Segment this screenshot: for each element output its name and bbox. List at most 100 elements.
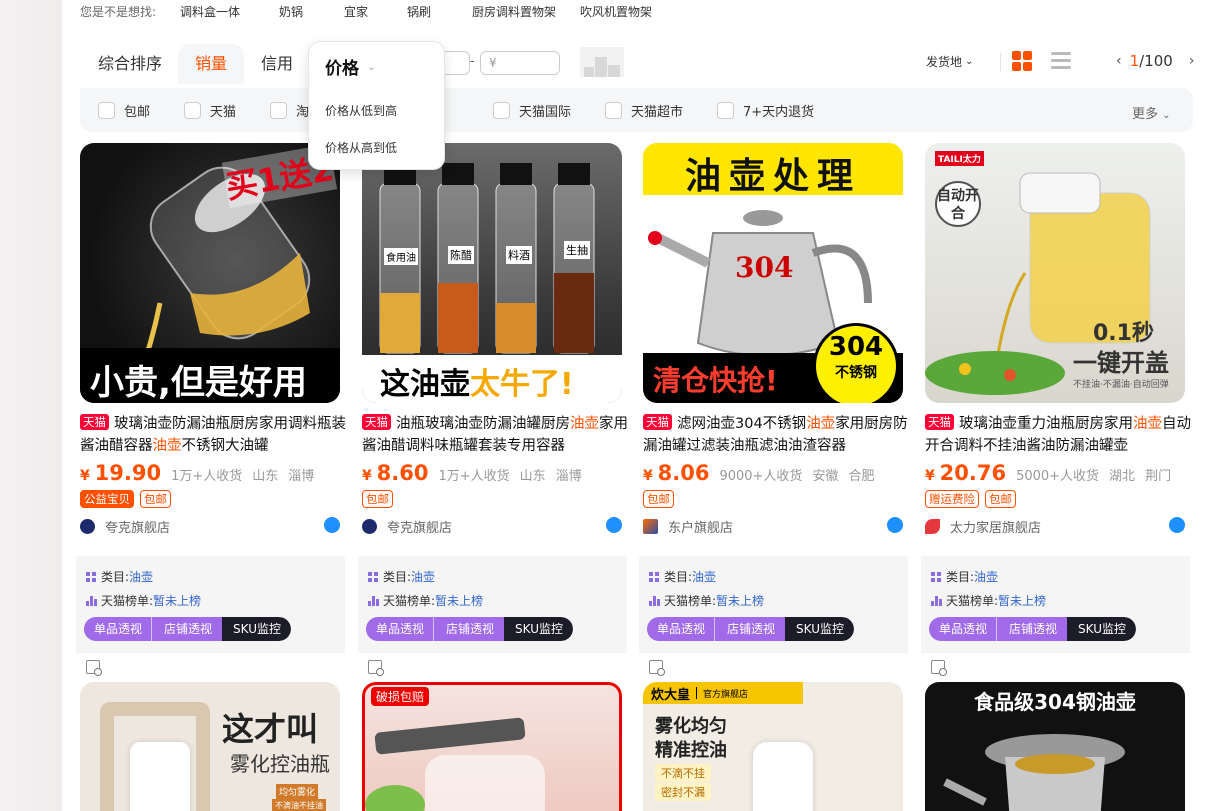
category-link[interactable]: 油壶: [692, 568, 716, 585]
filter-7day-return[interactable]: 7+天内退货: [717, 101, 814, 120]
category-link[interactable]: 油壶: [129, 568, 153, 585]
product-image[interactable]: 食用油 陈醋 料酒 生抽 这油壶太牛了!: [362, 143, 622, 403]
image-search-icon[interactable]: [931, 660, 947, 676]
price-low-to-high-option[interactable]: 价格从低到高: [325, 102, 397, 119]
checkbox[interactable]: [98, 102, 115, 119]
grid-view-icon[interactable]: [1012, 51, 1032, 71]
sku-monitor-button[interactable]: SKU监控: [222, 617, 291, 641]
more-filters-button[interactable]: 更多 ⌄: [1132, 103, 1171, 122]
product-image[interactable]: 破损包赔: [362, 682, 622, 811]
shop-row[interactable]: 夸克旗舰店: [80, 517, 340, 536]
ship-from-filter[interactable]: 发货地 ⌄: [926, 53, 973, 70]
damage-guarantee-tag: 破损包赔: [371, 687, 430, 706]
sold-count: 1万+人收货: [171, 469, 243, 484]
rank-label: 天猫榜单:: [664, 594, 717, 608]
sku-monitor-button[interactable]: SKU监控: [1067, 617, 1136, 641]
item-analysis-button[interactable]: 单品透视: [84, 617, 152, 641]
shop-analysis-button[interactable]: 店铺透视: [433, 617, 505, 641]
item-analysis-button[interactable]: 单品透视: [647, 617, 715, 641]
rank-link[interactable]: 暂未上榜: [998, 592, 1046, 609]
checkbox[interactable]: [493, 102, 510, 119]
rank-link[interactable]: 暂未上榜: [716, 592, 764, 609]
product-image[interactable]: 这才叫 雾化控油瓶 均匀雾化 不滴油不挂油: [80, 682, 340, 811]
price: ¥ 19.90: [80, 461, 162, 485]
sku-monitor-button[interactable]: SKU监控: [785, 617, 854, 641]
free-shipping-badge: 包邮: [985, 490, 1016, 508]
analysis-panel: 类目: 油壶 天猫榜单: 暂未上榜 单品透视 店铺透视 SKU监控: [76, 556, 345, 653]
filter-row: 包邮 天猫 淘 购 天猫国际 天猫超市 7+天内退货 更多 ⌄: [80, 88, 1193, 132]
prev-page-icon[interactable]: ‹: [1116, 53, 1122, 69]
shop-analysis-button[interactable]: 店铺透视: [996, 617, 1068, 641]
rank-label: 天猫榜单:: [383, 594, 436, 608]
shop-name[interactable]: 太力家居旗舰店: [950, 517, 1041, 536]
shop-row[interactable]: 夸克旗舰店: [362, 517, 622, 536]
tab-credit[interactable]: 信用: [242, 44, 312, 84]
next-page-icon[interactable]: ›: [1189, 53, 1195, 69]
product-image[interactable]: 食品级304钢油壶: [925, 682, 1185, 811]
suggestion-item[interactable]: 宜家: [344, 3, 368, 20]
price-distribution-chart[interactable]: [580, 47, 624, 77]
shop-name[interactable]: 东户旗舰店: [668, 517, 733, 536]
price-high-to-low-option[interactable]: 价格从高到低: [325, 139, 397, 156]
shop-analysis-button[interactable]: 店铺透视: [151, 617, 223, 641]
filter-tmall[interactable]: 天猫: [184, 101, 236, 120]
category-link[interactable]: 油壶: [974, 568, 998, 585]
sku-monitor-button[interactable]: SKU监控: [504, 617, 573, 641]
chat-icon[interactable]: [324, 517, 340, 533]
image-search-icon[interactable]: [368, 660, 384, 676]
chat-icon[interactable]: [1169, 517, 1185, 533]
suggestion-item[interactable]: 调料盒一体: [180, 3, 240, 20]
chat-icon[interactable]: [887, 517, 903, 533]
checkbox[interactable]: [270, 102, 287, 119]
title-highlight: 油壶: [570, 416, 599, 432]
suggestion-item[interactable]: 奶锅: [279, 3, 303, 20]
item-analysis-button[interactable]: 单品透视: [366, 617, 434, 641]
price-sort-dropdown[interactable]: 价格 ⌄ 价格从低到高 价格从高到低: [308, 41, 445, 170]
price-max-input[interactable]: ¥: [480, 51, 560, 75]
title-highlight: 油壶: [806, 416, 836, 432]
price-sort-trigger[interactable]: 价格 ⌄: [325, 54, 376, 79]
filter-tmall-intl[interactable]: 天猫国际: [493, 101, 571, 120]
tab-comprehensive[interactable]: 综合排序: [80, 44, 180, 84]
location-city: 淄博: [555, 469, 582, 484]
filter-label: 包邮: [124, 105, 151, 120]
rank-link[interactable]: 暂未上榜: [153, 592, 201, 609]
category-label: 类目:: [101, 570, 130, 584]
tab-sales[interactable]: 销量: [178, 44, 244, 84]
suggestion-item[interactable]: 锅刷: [407, 3, 431, 20]
suggestion-item[interactable]: 吹风机置物架: [580, 3, 652, 20]
image-search-icon[interactable]: [649, 660, 665, 676]
product-title[interactable]: 天猫 玻璃油壶防漏油瓶厨房家用调料瓶装酱油醋容器油壶不锈钢大油罐: [80, 413, 348, 457]
free-shipping-badge: 包邮: [140, 490, 171, 508]
product-title[interactable]: 天猫 滤网油壶304不锈钢油壶家用厨房防漏油罐过滤装油瓶滤油油渣容器: [643, 413, 911, 457]
item-analysis-button[interactable]: 单品透视: [929, 617, 997, 641]
checkbox[interactable]: [717, 102, 734, 119]
product-image[interactable]: TAILI太力 自动开合 0.1秒 一键开盖 不挂油·不漏油·自动回弹: [925, 143, 1185, 403]
filter-taobao[interactable]: 淘: [270, 101, 309, 120]
sort-bar: 综合排序 销量 信用 - ¥ 价格 ⌄ 价格从低到高 价格从高到低 发货地 ⌄: [80, 40, 1210, 170]
shop-analysis-button[interactable]: 店铺透视: [714, 617, 786, 641]
product-image[interactable]: 炊大皇 官方旗舰店 雾化均匀 精准控油 不滴不挂 密封不漏: [643, 682, 903, 811]
filter-tmall-supermarket[interactable]: 天猫超市: [605, 101, 683, 120]
shop-name[interactable]: 夸克旗舰店: [105, 517, 170, 536]
image-search-icon[interactable]: [86, 660, 102, 676]
promo-text-a: 雾化均匀: [655, 716, 727, 737]
brand-subtitle: 官方旗舰店: [703, 689, 749, 700]
checkbox[interactable]: [605, 102, 622, 119]
product-title[interactable]: 天猫 玻璃油壶重力油瓶厨房家用油壶自动开合调料不挂油酱油防漏油罐壶: [925, 413, 1193, 457]
chat-icon[interactable]: [606, 517, 622, 533]
price-row: ¥ 8.06 9000+人收货 安徽 合肥: [643, 461, 913, 487]
rank-link[interactable]: 暂未上榜: [435, 592, 483, 609]
shop-name[interactable]: 夸克旗舰店: [387, 517, 452, 536]
shop-row[interactable]: 太力家居旗舰店: [925, 517, 1185, 536]
product-image[interactable]: 买1送2 小贵,但是好用: [80, 143, 340, 403]
product-title[interactable]: 天猫 油瓶玻璃油壶防漏油罐厨房油壶家用酱油醋调料味瓶罐套装专用容器: [362, 413, 630, 457]
filter-free-shipping[interactable]: 包邮: [98, 101, 150, 120]
suggestion-item[interactable]: 厨房调料置物架: [472, 3, 556, 20]
product-image[interactable]: 油壶处理 304 304 不锈钢 清仓快抢!: [643, 143, 903, 403]
list-view-icon[interactable]: [1051, 52, 1071, 70]
checkbox[interactable]: [184, 102, 201, 119]
promo-text-a: 这才叫: [222, 710, 319, 748]
shop-row[interactable]: 东户旗舰店: [643, 517, 903, 536]
category-link[interactable]: 油壶: [411, 568, 435, 585]
